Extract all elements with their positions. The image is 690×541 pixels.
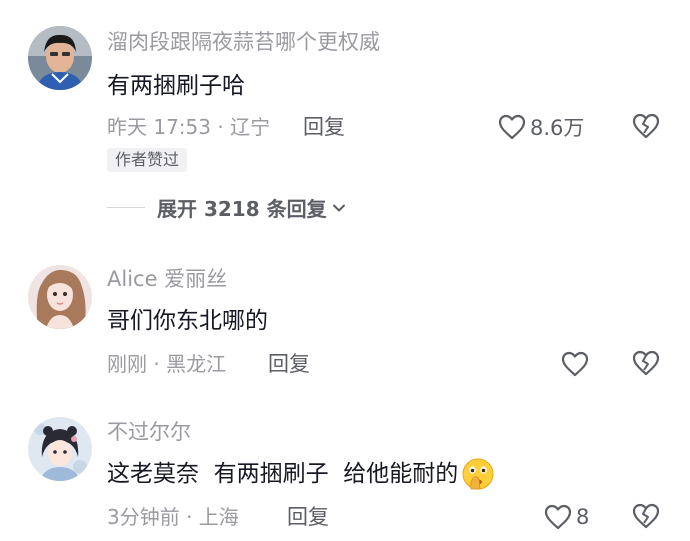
comment-item: 不过尔尔 这老莫奈 有两捆刷子 给他能耐的 3分钟前 · 上海 回复 8 xyxy=(0,410,690,541)
username[interactable]: Alice 爱丽丝 xyxy=(107,265,227,293)
like-count: 8 xyxy=(576,505,590,529)
avatar[interactable] xyxy=(28,26,92,90)
like-button[interactable] xyxy=(561,348,589,380)
username[interactable]: 不过尔尔 xyxy=(107,418,191,446)
reply-button[interactable]: 回复 xyxy=(268,350,310,378)
broken-heart-icon xyxy=(632,503,660,529)
heart-icon xyxy=(561,351,589,377)
dislike-button[interactable] xyxy=(632,110,664,142)
broken-heart-icon xyxy=(632,350,660,376)
heart-icon xyxy=(544,504,572,530)
like-button[interactable]: 8 xyxy=(544,501,589,533)
dislike-button[interactable] xyxy=(632,347,664,379)
comment-item: 溜肉段跟隔夜蒜苔哪个更权威 有两捆刷子哈 昨天 17:53 · 辽宁 回复 8.… xyxy=(0,0,690,240)
expand-replies-button[interactable]: 展开 3218 条回复 xyxy=(107,193,347,222)
time-location: 昨天 17:53 · 辽宁 xyxy=(107,115,271,139)
broken-heart-icon xyxy=(632,113,660,139)
time-location: 3分钟前 · 上海 xyxy=(107,505,239,529)
username[interactable]: 溜肉段跟隔夜蒜苔哪个更权威 xyxy=(107,28,380,56)
comment-item: Alice 爱丽丝 哥们你东北哪的 刚刚 · 黑龙江 回复 xyxy=(0,255,690,395)
avatar[interactable] xyxy=(28,265,92,329)
comment-text-content: 这老莫奈 有两捆刷子 给他能耐的 xyxy=(107,461,459,487)
comment-text: 这老莫奈 有两捆刷子 给他能耐的 xyxy=(107,457,495,491)
reply-button[interactable]: 回复 xyxy=(303,113,345,141)
like-button[interactable]: 8.6万 xyxy=(498,111,584,143)
comment-text: 哥们你东北哪的 xyxy=(107,308,268,334)
divider-line xyxy=(107,207,145,208)
dislike-button[interactable] xyxy=(632,500,664,532)
comment-text: 有两捆刷子哈 xyxy=(107,73,245,99)
chevron-down-icon xyxy=(332,204,345,211)
reply-button[interactable]: 回复 xyxy=(287,503,329,531)
avatar[interactable] xyxy=(28,417,92,481)
expand-replies-label: 展开 3218 条回复 xyxy=(157,197,327,221)
like-count: 8.6万 xyxy=(530,116,585,140)
heart-icon xyxy=(498,114,526,140)
shushing-face-emoji xyxy=(462,458,494,490)
time-location: 刚刚 · 黑龙江 xyxy=(107,352,227,376)
author-liked-badge: 作者赞过 xyxy=(107,148,188,172)
